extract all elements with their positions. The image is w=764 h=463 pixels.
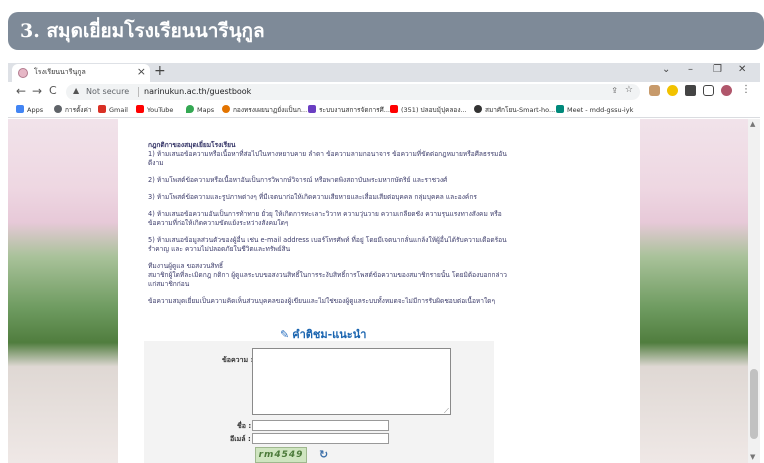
- window-close-button[interactable]: ✕: [738, 64, 746, 75]
- extensions-puzzle-icon[interactable]: [685, 85, 696, 96]
- security-label[interactable]: Not secure: [86, 87, 129, 96]
- slide-title: 3. สมุดเยี่ยมโรงเรียนนารีนุกูล: [8, 12, 764, 50]
- rules-heading: กฎกติกาของสมุดเยี่ยมโรงเรียน: [148, 141, 236, 149]
- extension-icon[interactable]: [649, 85, 660, 96]
- bookmark-settings[interactable]: การตั้งค่า: [54, 105, 91, 115]
- meet-icon: [556, 105, 564, 113]
- captcha-refresh-icon[interactable]: ↻: [319, 448, 328, 461]
- scroll-down-icon[interactable]: ▼: [750, 453, 755, 461]
- bookmark-star-icon[interactable]: ☆: [625, 85, 633, 95]
- pen-icon: ✎: [280, 328, 290, 341]
- minimize-button[interactable]: –: [688, 64, 693, 75]
- background-photo-right: [640, 119, 750, 463]
- page-viewport: กฎกติกาของสมุดเยี่ยมโรงเรียน 1) ห้ามเสนอ…: [8, 119, 760, 463]
- guestbook-rules: กฎกติกาของสมุดเยี่ยมโรงเรียน 1) ห้ามเสนอ…: [148, 141, 508, 314]
- captcha-image: rm4549: [255, 447, 307, 463]
- resize-grip-icon[interactable]: ⟋: [444, 407, 449, 416]
- rule-item: 3) ห้ามโพสต์ข้อความและรูปภาพต่างๆ ที่มีเ…: [148, 193, 477, 201]
- school-favicon-icon: [18, 68, 28, 78]
- rule-item: 4) ห้ามเสนอข้อความอันเป็นการท้าทาย ยั่วย…: [148, 210, 502, 227]
- vertical-scrollbar[interactable]: ▲ ▼: [748, 119, 760, 463]
- forward-button[interactable]: →: [32, 84, 42, 98]
- tab-close-icon[interactable]: ×: [137, 65, 146, 78]
- apps-grid-icon: [16, 105, 24, 113]
- scroll-up-icon[interactable]: ▲: [750, 120, 755, 128]
- rule-item: 2) ห้ามโพสต์ข้อความหรือเนื้อหาอันเป็นการ…: [148, 176, 448, 184]
- email-input[interactable]: [252, 433, 389, 444]
- background-photo-left: [8, 119, 118, 463]
- admin-note: สมาชิกผู้ใดที่ละเมิดกฎ กติกา ผู้ดูแลระบบ…: [148, 271, 507, 288]
- scrollbar-thumb[interactable]: [750, 369, 758, 439]
- maps-pin-icon: [186, 105, 194, 113]
- profile-avatar[interactable]: [721, 85, 732, 96]
- bookmark-youtube-2[interactable]: (351) ปลอบมุ้ปุคลอง...: [390, 105, 467, 115]
- url-text[interactable]: narinukun.ac.th/guestbook: [144, 87, 251, 96]
- side-panel-icon[interactable]: [703, 85, 714, 96]
- gear-icon: [54, 105, 62, 113]
- tab-title: โรงเรียนนารีนุกูล: [34, 68, 86, 76]
- bookmark-youtube[interactable]: YouTube: [136, 105, 173, 114]
- disclaimer: ข้อความสมุดเยี่ยมเป็นความคิดเห็นส่วนบุคค…: [148, 297, 495, 305]
- site-favicon-icon: [308, 105, 316, 113]
- rule-item: 1) ห้ามเสนอข้อความหรือเนื้อหาที่ส่อไปในท…: [148, 150, 507, 167]
- globe-icon: [474, 105, 482, 113]
- youtube-icon: [390, 105, 398, 113]
- warning-icon[interactable]: ▲: [73, 86, 79, 95]
- bookmark-maps[interactable]: Maps: [186, 105, 214, 114]
- message-textarea[interactable]: [252, 348, 451, 415]
- bookmark-apps[interactable]: Apps: [16, 105, 43, 114]
- address-divider: [138, 87, 139, 97]
- bookmark-site-1[interactable]: กองทรงเผยนาฏยั่งแป็นก...: [222, 105, 307, 115]
- restore-button[interactable]: ❐: [713, 64, 722, 75]
- browser-window: โรงเรียนนารีนุกูล × + ⌄ – ❐ ✕ ← → C ▲ No…: [8, 63, 760, 463]
- bookmark-gmail[interactable]: Gmail: [98, 105, 128, 114]
- lightbulb-extension-icon[interactable]: [667, 85, 678, 96]
- bookmark-meet[interactable]: Meet - mdd-gssu-iyk: [556, 105, 633, 114]
- site-favicon-icon: [222, 105, 230, 113]
- tab-strip: โรงเรียนนารีนุกูล × + ⌄ – ❐ ✕: [8, 63, 760, 82]
- bookmarks-bar: Apps การตั้งค่า Gmail YouTube Maps กองทร…: [8, 102, 760, 118]
- menu-kebab-icon[interactable]: ⋮: [741, 84, 751, 95]
- name-label: ชื่อ :: [237, 422, 252, 430]
- tab-search-icon[interactable]: ⌄: [662, 64, 670, 75]
- gmail-icon: [98, 105, 106, 113]
- tab-narinukun[interactable]: โรงเรียนนารีนุกูล ×: [12, 64, 150, 82]
- bookmark-site-3[interactable]: สมาศักโยน-Smart-ho...: [474, 105, 555, 115]
- bookmark-site-2[interactable]: ระบบงานสการจัดการศึ...: [308, 105, 390, 115]
- toolbar: ← → C ▲ Not secure narinukun.ac.th/guest…: [8, 82, 760, 102]
- reload-button[interactable]: C: [49, 84, 57, 97]
- message-label: ข้อความ :: [222, 356, 254, 364]
- name-input[interactable]: [252, 420, 389, 431]
- address-bar[interactable]: ▲ Not secure narinukun.ac.th/guestbook ⇪…: [66, 84, 640, 100]
- share-icon[interactable]: ⇪: [611, 86, 618, 95]
- back-button[interactable]: ←: [16, 84, 26, 98]
- rule-item: 5) ห้ามเสนอข้อมูลส่วนตัวของผู้อื่น เช่น …: [148, 236, 507, 253]
- email-label: อีเมล์ :: [230, 435, 251, 443]
- youtube-icon: [136, 105, 144, 113]
- new-tab-button[interactable]: +: [154, 63, 166, 79]
- admin-note-title: ทีมงานผู้ดูแล ขอสงวนสิทธิ์: [148, 262, 223, 270]
